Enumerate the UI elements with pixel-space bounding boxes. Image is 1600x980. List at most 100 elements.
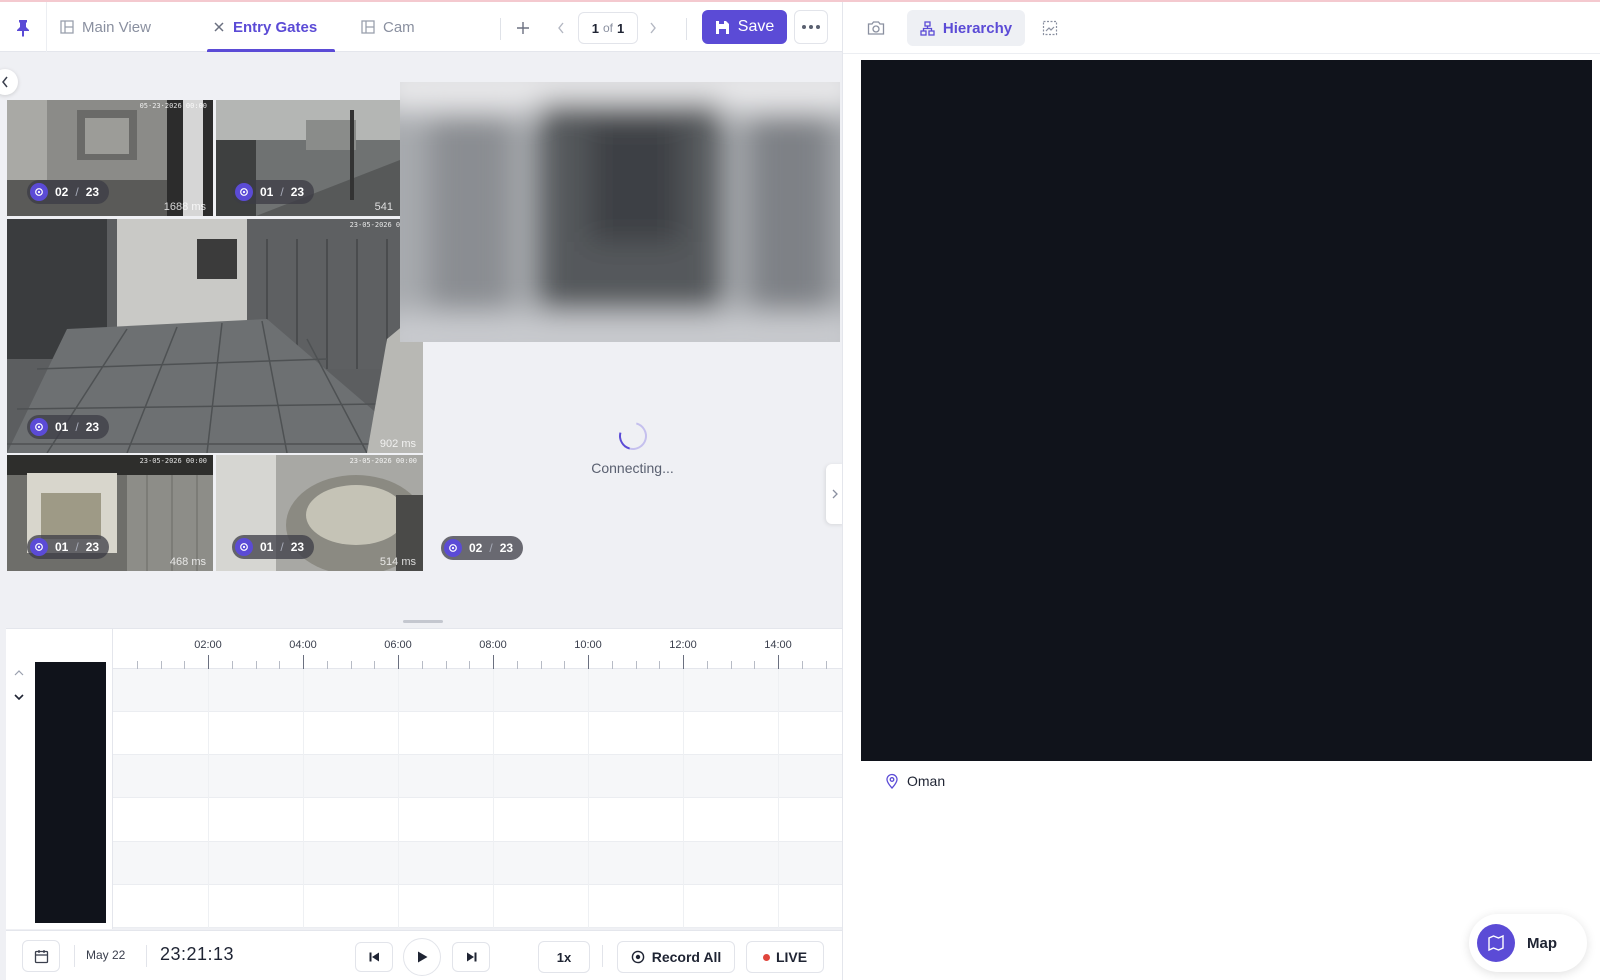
camera-tile[interactable]: 23-05-2026 00:00 01 / 23 468 ms (7, 455, 213, 571)
camera-stream-badge[interactable]: 01 / 23 (232, 535, 315, 559)
skip-next-icon (466, 952, 476, 962)
time-tick-minor (326, 661, 328, 669)
layout-icon (60, 20, 74, 34)
resize-handle[interactable] (403, 620, 443, 623)
camera-tile[interactable]: 23-05-2026 00:00 01 / 23 514 ms (216, 455, 423, 571)
timeline-gridline (303, 669, 304, 929)
chevron-down-icon (14, 694, 24, 700)
camera-tile[interactable]: 01 / 23 541 (216, 100, 400, 216)
time-tick-minor (564, 661, 566, 669)
camera-tile[interactable]: 23-05-2026 00:00 01 / 23 902 ms (7, 219, 423, 453)
chevron-left-icon (2, 76, 8, 88)
playback-time: 23:21:13 (160, 944, 235, 964)
camera-settings-icon (444, 539, 462, 557)
chevron-right-icon (650, 22, 656, 34)
time-tick-minor (611, 661, 613, 669)
latency-label: 514 ms (379, 556, 416, 568)
latency-label: 541 (374, 201, 393, 213)
time-tick-minor (706, 661, 708, 669)
controls-divider (146, 945, 147, 967)
image-frame-icon (1042, 20, 1058, 36)
map-pin-icon (886, 773, 898, 789)
time-tick-minor (184, 661, 186, 669)
skip-forward-button[interactable] (452, 942, 490, 972)
time-tick-minor (825, 661, 827, 669)
badge-separator: / (280, 185, 284, 199)
add-view-button[interactable] (512, 17, 534, 39)
latency-label: 468 ms (169, 556, 206, 568)
details-toolbar: Hierarchy (843, 2, 1600, 54)
playback-controls: May 22 23:21:13 1x Record All LIVE (6, 930, 842, 980)
collapse-left-button[interactable] (0, 69, 18, 95)
toolbar-divider (500, 18, 501, 40)
time-tick-major (208, 655, 209, 669)
chevron-right-icon (832, 489, 838, 499)
save-button[interactable]: Save (702, 10, 787, 44)
next-page-button[interactable] (643, 17, 663, 39)
skip-previous-icon (369, 952, 379, 962)
loading-spinner-icon (613, 416, 652, 456)
camera-stream-badge[interactable]: 01 / 23 (27, 415, 110, 439)
timeline-track (113, 799, 842, 843)
tab-main-view[interactable]: Main View (60, 2, 151, 52)
date-picker-button[interactable] (22, 940, 60, 972)
time-tick-minor (659, 661, 661, 669)
camera-stream-badge[interactable]: 02 / 23 (27, 180, 110, 204)
hierarchy-label: Hierarchy (942, 19, 1013, 37)
time-tick-major (493, 655, 494, 669)
tab-cam[interactable]: Cam (361, 2, 415, 52)
time-tick-minor (635, 661, 637, 669)
time-tick-label: 12:00 (669, 639, 697, 651)
playback-speed-button[interactable]: 1x (538, 941, 590, 973)
time-tick-minor (255, 661, 257, 669)
camera-tile[interactable]: 05·23·2026 00:00 02 / 23 1688 ms (7, 100, 213, 216)
badge-separator: / (75, 540, 79, 554)
timeline-tracks[interactable] (113, 669, 842, 929)
toolbar-divider (686, 18, 687, 40)
time-tick-minor (445, 661, 447, 669)
location-label: Oman (907, 773, 946, 789)
play-icon (417, 951, 427, 963)
tab-separator (46, 2, 47, 52)
record-all-button[interactable]: Record All (617, 941, 735, 973)
live-button[interactable]: LIVE (746, 941, 824, 973)
more-options-button[interactable] (794, 10, 828, 44)
tab-label: Main View (82, 18, 151, 36)
time-tick-minor (160, 661, 162, 669)
close-icon[interactable] (213, 21, 225, 33)
page-current: 1 (591, 20, 599, 36)
stream-total: 23 (85, 540, 100, 554)
camera-icon (867, 21, 885, 35)
dot (816, 25, 820, 29)
page-total: 1 (617, 20, 625, 36)
scroll-down-button[interactable] (10, 688, 28, 706)
location-row[interactable]: Oman (885, 773, 945, 789)
time-tick-minor (421, 661, 423, 669)
play-button[interactable] (403, 938, 441, 976)
time-ruler[interactable]: 02:00 04:00 06:00 08:00 10:00 12:00 14:00 (113, 629, 842, 669)
camera-stream-badge[interactable]: 02 / 23 (441, 536, 524, 560)
map-button[interactable]: Map (1469, 914, 1587, 972)
dot (802, 25, 806, 29)
pin-icon[interactable] (15, 19, 31, 37)
camera-stream-badge[interactable]: 01 / 23 (232, 180, 315, 204)
camera-stream-badge[interactable]: 01 / 23 (27, 535, 110, 559)
hierarchy-tab[interactable]: Hierarchy (907, 10, 1025, 46)
timeline-gridline (778, 669, 779, 929)
blurred-camera-preview (400, 82, 840, 342)
badge-separator: / (75, 185, 79, 199)
prev-page-button[interactable] (551, 17, 571, 39)
stream-number: 01 (55, 420, 69, 434)
time-tick-minor (801, 661, 803, 669)
calendar-icon (34, 949, 48, 963)
skip-back-button[interactable] (355, 942, 393, 972)
playback-timeline: 02:00 04:00 06:00 08:00 10:00 12:00 14:00 (6, 628, 842, 929)
tab-entry-gates[interactable]: Entry Gates (207, 2, 336, 52)
time-tick-minor (730, 661, 732, 669)
image-search-button[interactable] (1039, 18, 1061, 38)
stream-number: 02 (55, 185, 69, 199)
scroll-up-button[interactable] (10, 664, 28, 682)
controls-divider (602, 945, 603, 967)
badge-separator: / (75, 420, 79, 434)
snapshot-button[interactable] (865, 18, 887, 38)
